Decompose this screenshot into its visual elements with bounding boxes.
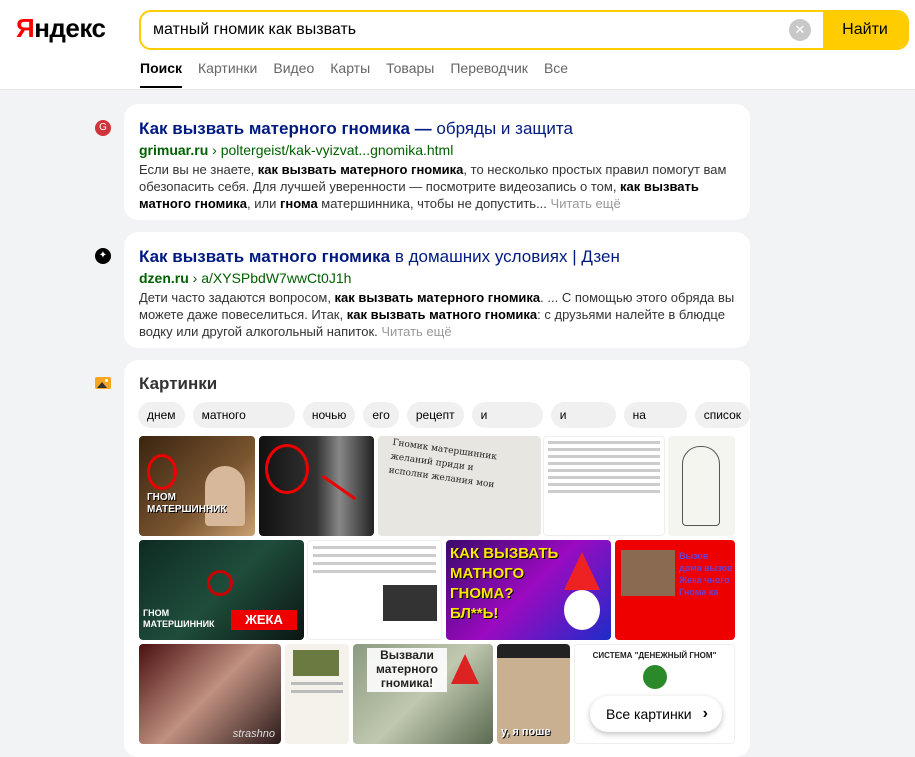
chip[interactable]: и отозвать	[471, 402, 543, 448]
yandex-logo[interactable]: Яндекс	[16, 13, 106, 44]
search-input[interactable]	[141, 12, 789, 48]
read-more-link[interactable]: Читать ещё	[381, 324, 451, 339]
thumbnail-caption: Вызвали матерного гномика!	[367, 648, 447, 692]
image-thumbnail[interactable]	[307, 540, 442, 640]
chip[interactable]: его	[363, 402, 399, 428]
thumbnail-caption: ЖЕКА	[231, 610, 297, 630]
tab-goods[interactable]: Товары	[386, 60, 434, 88]
image-thumbnail[interactable]: strashno	[139, 644, 281, 744]
image-thumbnail[interactable]: ГНОМ МАТЕРШИННИК	[139, 436, 255, 536]
tab-search[interactable]: Поиск	[140, 60, 183, 88]
image-thumbnail[interactable]	[285, 644, 349, 744]
thumbnail-caption: ГНОМ МАТЕРШИННИК	[143, 608, 215, 629]
result-snippet: Если вы не знаете, как вызвать матерного…	[139, 162, 727, 211]
header: Яндекс ✕ Найти Поиск Картинки Видео Карт…	[0, 0, 915, 90]
dzen-icon: ✦	[95, 248, 111, 264]
chip[interactable]: матного гномика	[192, 402, 295, 448]
grimuar-icon: G	[95, 120, 111, 136]
tab-translate[interactable]: Переводчик	[450, 60, 528, 88]
chip[interactable]: список	[694, 402, 750, 428]
tab-all[interactable]: Все	[544, 60, 568, 88]
thumbnail-caption: СИСТЕМА "ДЕНЕЖНЫЙ ГНОМ"	[592, 651, 717, 660]
result-url[interactable]: dzen.ru › a/XYSPbdW7wwCt0J1h	[139, 270, 735, 286]
chip[interactable]: и изгнать	[550, 402, 616, 448]
images-icon	[95, 377, 111, 389]
tab-video[interactable]: Видео	[273, 60, 314, 88]
image-thumbnail[interactable]: Вызов дома вызов Жека чного Гнома ка	[615, 540, 735, 640]
read-more-link[interactable]: Читать ещё	[551, 196, 621, 211]
chevron-right-icon: ›	[702, 705, 708, 722]
image-thumbnail[interactable]: ГНОМ МАТЕРШИННИК ЖЕКА	[139, 540, 304, 640]
image-thumbnail[interactable]: у, я поше	[497, 644, 570, 744]
all-images-button[interactable]: Все картинки ›	[590, 696, 722, 732]
thumbnail-caption: Гномик матершинник желаний приди и испол…	[387, 437, 498, 491]
thumbnail-caption: КАК ВЫЗВАТЬ МАТНОГО ГНОМА? БЛ**Ь!	[450, 545, 559, 622]
result-snippet: Дети часто задаются вопросом, как вызват…	[139, 290, 735, 339]
result-title[interactable]: Как вызвать матного гномика в домашних у…	[139, 246, 735, 268]
chip[interactable]: рецепт	[406, 402, 464, 428]
search-bar: ✕ Найти	[139, 10, 909, 50]
image-thumbnail[interactable]	[668, 436, 735, 536]
search-result: Как вызвать матерного гномика — обряды и…	[124, 104, 750, 220]
chip[interactable]: днем	[138, 402, 185, 428]
result-title[interactable]: Как вызвать матерного гномика — обряды и…	[139, 118, 735, 140]
images-title[interactable]: Картинки	[139, 374, 217, 394]
image-chips: днем матного гномика ночью его рецепт и …	[138, 402, 750, 448]
search-tabs: Поиск Картинки Видео Карты Товары Перево…	[140, 60, 568, 88]
image-thumbnail[interactable]: КАК ВЫЗВАТЬ МАТНОГО ГНОМА? БЛ**Ь!	[446, 540, 611, 640]
image-thumbnail[interactable]: Вызвали матерного гномика!	[353, 644, 493, 744]
image-thumbnail[interactable]	[259, 436, 374, 536]
find-button[interactable]: Найти	[823, 12, 907, 48]
chip[interactable]: на улице	[623, 402, 687, 448]
snippet-highlight: как вызвать матерного гномика	[334, 290, 541, 305]
result-url[interactable]: grimuar.ru › poltergeist/kak-vyizvat...g…	[139, 142, 735, 158]
search-result: Как вызвать матного гномика в домашних у…	[124, 232, 750, 348]
snippet-highlight: как вызвать матерного гномика	[257, 162, 464, 177]
tab-maps[interactable]: Карты	[330, 60, 370, 88]
clear-icon[interactable]: ✕	[789, 19, 811, 41]
thumbnail-caption: у, я поше	[501, 726, 551, 738]
thumbnail-caption: ГНОМ МАТЕРШИННИК	[147, 492, 227, 515]
snippet-highlight: гнома	[279, 196, 318, 211]
tab-images[interactable]: Картинки	[198, 60, 257, 88]
thumbnail-caption: strashno	[232, 728, 275, 740]
thumbnail-caption: Вызов дома вызов Жека чного Гнома ка	[679, 551, 733, 597]
image-thumbnail[interactable]	[543, 436, 665, 536]
chip[interactable]: ночью	[302, 402, 356, 428]
snippet-highlight: как вызвать матного гномика	[346, 307, 538, 322]
image-thumbnail[interactable]: Гномик матершинник желаний приди и испол…	[378, 436, 541, 536]
